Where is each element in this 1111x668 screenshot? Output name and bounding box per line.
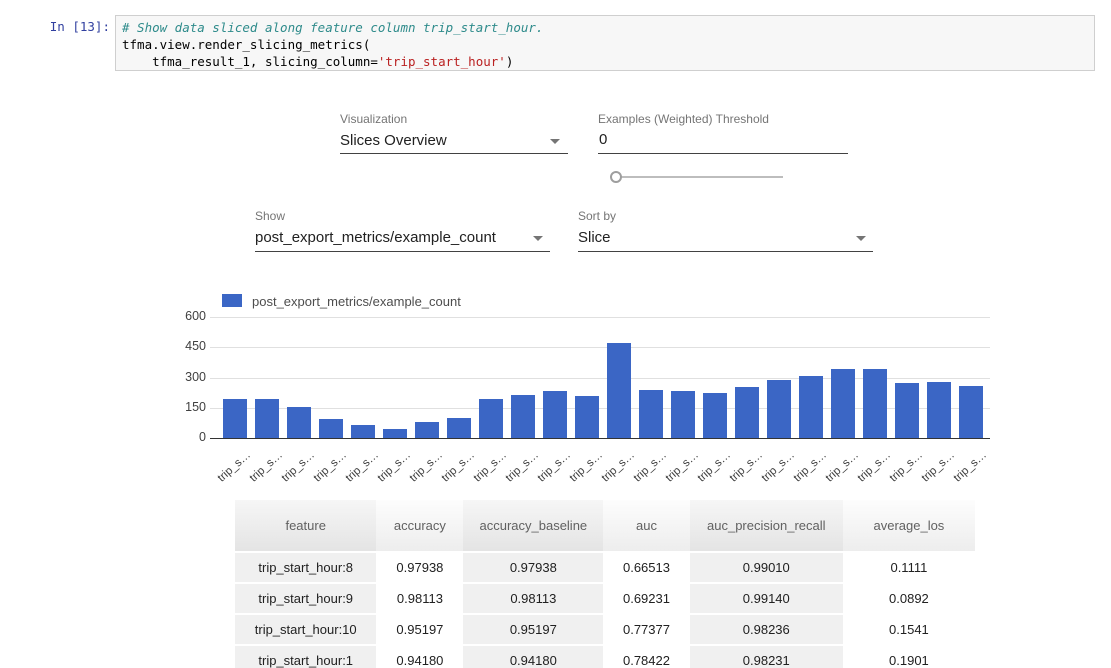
code-line2: tfma.view.render_slicing_metrics( [122, 37, 370, 52]
metric-cell: 0.78422 [603, 645, 689, 668]
metric-cell: 0.97938 [376, 552, 463, 583]
metric-cell: 0.1541 [843, 614, 975, 645]
bar[interactable] [607, 343, 631, 438]
gridline [210, 317, 990, 318]
feature-cell: trip_start_hour:9 [235, 583, 376, 614]
bar[interactable] [447, 418, 471, 438]
table-row[interactable]: trip_start_hour:100.951970.951970.773770… [235, 614, 975, 645]
metric-cell: 0.1111 [843, 552, 975, 583]
code-string: 'trip_start_hour' [378, 54, 506, 69]
chevron-down-icon[interactable] [856, 236, 866, 241]
threshold-slider-thumb[interactable] [610, 171, 622, 183]
cell-prompt: In [13]: [30, 19, 110, 34]
visualization-underline [340, 153, 568, 154]
table-row[interactable]: trip_start_hour:10.941800.941800.784220.… [235, 645, 975, 668]
bar[interactable] [543, 391, 567, 438]
bar[interactable] [735, 387, 759, 438]
bar[interactable] [927, 382, 951, 438]
bar[interactable] [511, 395, 535, 438]
column-header-accuracy_baseline[interactable]: accuracy_baseline [463, 500, 603, 552]
code-line3: tfma_result_1, slicing_column='trip_star… [122, 54, 513, 69]
bar[interactable] [831, 369, 855, 438]
legend-label: post_export_metrics/example_count [252, 294, 461, 309]
bar[interactable] [351, 425, 375, 438]
bar[interactable] [255, 399, 279, 438]
y-axis-tick-label: 450 [160, 339, 206, 353]
bar[interactable] [415, 422, 439, 438]
bar[interactable] [767, 380, 791, 438]
metric-cell: 0.1901 [843, 645, 975, 668]
bar[interactable] [383, 429, 407, 438]
code-cell[interactable]: # Show data sliced along feature column … [115, 15, 1095, 71]
bar[interactable] [287, 407, 311, 438]
column-header-feature[interactable]: feature [235, 500, 376, 552]
bar[interactable] [319, 419, 343, 438]
metric-cell: 0.98231 [690, 645, 843, 668]
y-axis-tick-label: 600 [160, 309, 206, 323]
metric-cell: 0.97938 [463, 552, 603, 583]
gridline [210, 347, 990, 348]
column-header-average_los[interactable]: average_los [843, 500, 975, 552]
sort-by-label: Sort by [578, 209, 616, 223]
table-header-row: featureaccuracyaccuracy_baselineaucauc_p… [235, 500, 975, 552]
x-axis-baseline [210, 438, 990, 439]
bar[interactable] [671, 391, 695, 438]
visualization-label: Visualization [340, 112, 407, 126]
metric-cell: 0.98113 [376, 583, 463, 614]
code-comment: # Show data sliced along feature column … [122, 20, 543, 35]
y-axis-tick-label: 0 [160, 430, 206, 444]
metric-cell: 0.99010 [690, 552, 843, 583]
metric-cell: 0.98113 [463, 583, 603, 614]
legend-swatch [222, 294, 242, 307]
column-header-auc[interactable]: auc [603, 500, 689, 552]
metric-cell: 0.94180 [463, 645, 603, 668]
column-header-accuracy[interactable]: accuracy [376, 500, 463, 552]
metric-cell: 0.66513 [603, 552, 689, 583]
table-row[interactable]: trip_start_hour:80.979380.979380.665130.… [235, 552, 975, 583]
show-dropdown[interactable]: post_export_metrics/example_count [255, 229, 496, 246]
bar[interactable] [575, 396, 599, 438]
bar[interactable] [959, 386, 983, 438]
table-row[interactable]: trip_start_hour:90.981130.981130.692310.… [235, 583, 975, 614]
bar[interactable] [799, 376, 823, 438]
tfma-slicing-metrics-view: In [13]: # Show data sliced along featur… [0, 0, 1111, 668]
metric-cell: 0.95197 [376, 614, 463, 645]
chevron-down-icon[interactable] [533, 236, 543, 241]
chevron-down-icon[interactable] [550, 139, 560, 144]
bar[interactable] [703, 393, 727, 438]
bar[interactable] [479, 399, 503, 438]
sort-by-dropdown[interactable]: Slice [578, 229, 611, 246]
threshold-label: Examples (Weighted) Threshold [598, 112, 769, 126]
metric-cell: 0.0892 [843, 583, 975, 614]
metric-cell: 0.98236 [690, 614, 843, 645]
y-axis-tick-label: 150 [160, 400, 206, 414]
feature-cell: trip_start_hour:10 [235, 614, 376, 645]
metric-cell: 0.94180 [376, 645, 463, 668]
sort-by-underline [578, 251, 873, 252]
bar[interactable] [863, 369, 887, 438]
metrics-table: featureaccuracyaccuracy_baselineaucauc_p… [235, 500, 975, 668]
metric-cell: 0.95197 [463, 614, 603, 645]
threshold-slider-track[interactable] [616, 176, 783, 178]
bar[interactable] [223, 399, 247, 438]
threshold-underline [598, 153, 848, 154]
bar[interactable] [895, 383, 919, 438]
feature-cell: trip_start_hour:1 [235, 645, 376, 668]
visualization-dropdown[interactable]: Slices Overview [340, 132, 447, 149]
metric-cell: 0.69231 [603, 583, 689, 614]
feature-cell: trip_start_hour:8 [235, 552, 376, 583]
metric-cell: 0.77377 [603, 614, 689, 645]
bar[interactable] [639, 390, 663, 438]
threshold-input[interactable] [599, 131, 839, 148]
column-header-auc_precision_recall[interactable]: auc_precision_recall [690, 500, 843, 552]
metric-cell: 0.99140 [690, 583, 843, 614]
show-label: Show [255, 209, 285, 223]
y-axis-tick-label: 300 [160, 370, 206, 384]
show-underline [255, 251, 550, 252]
